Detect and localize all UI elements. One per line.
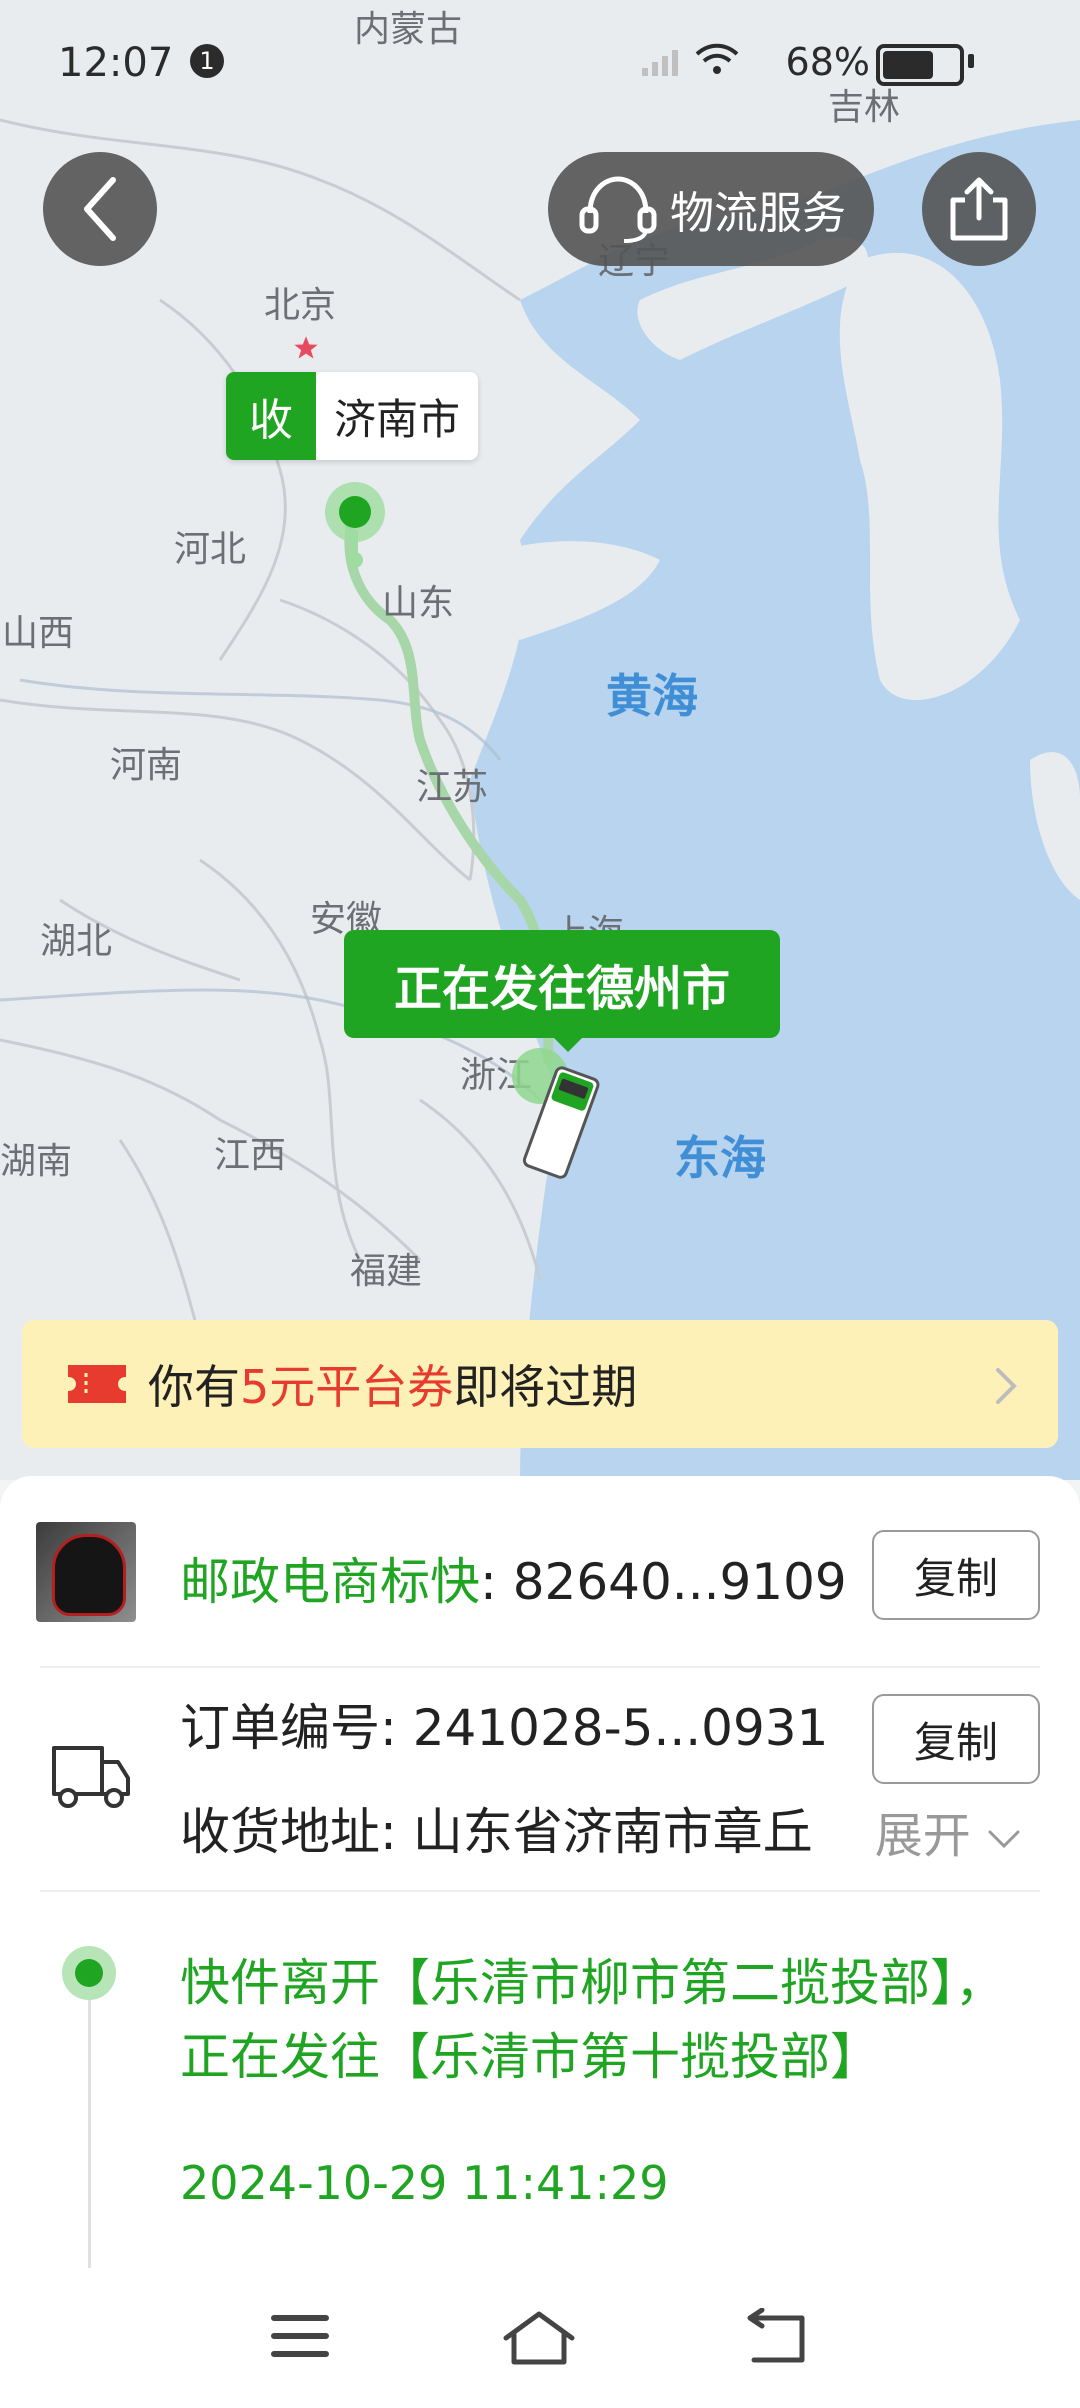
chevron-right-icon: [996, 1368, 1017, 1404]
logistics-service-button[interactable]: 物流服务: [548, 152, 874, 266]
helmet-image: [52, 1534, 126, 1616]
coupon-suffix: 即将过期: [453, 1360, 638, 1414]
chevron-left-icon: [84, 177, 116, 241]
battery-cap: [968, 54, 974, 68]
divider: [40, 1890, 1040, 1892]
tracking-number: : 82640...9109: [480, 1553, 847, 1611]
status-time: 12:07: [58, 40, 174, 86]
truck-position-icon: [512, 1048, 600, 1179]
battery-icon: [876, 44, 964, 86]
carrier-tracking: 邮政电商标快: 82640...9109: [180, 1542, 847, 1614]
expand-address-button[interactable]: 展开: [875, 1796, 1022, 1866]
timeline-event-time: 2024-10-29 11:41:29: [180, 2156, 669, 2210]
share-icon: [950, 177, 1008, 241]
map-label-hunan: 湖南: [0, 1141, 73, 1182]
wifi-icon: [695, 43, 739, 74]
receiver-city: 济南市: [334, 394, 461, 444]
notification-badge: 1: [190, 44, 224, 78]
carrier-name: 邮政电商标快: [180, 1553, 480, 1611]
receiver-city-tag[interactable]: 收 济南市: [226, 372, 479, 460]
receiver-badge: 收: [226, 372, 316, 460]
order-number-row: 订单编号: 241028-5...0931: [180, 1688, 828, 1760]
map-label-shanxi: 山西: [2, 613, 75, 654]
coupon-text: 你有5元平台券即将过期: [148, 1351, 637, 1417]
map-label-huanghai: 黄海: [606, 669, 698, 723]
chevron-down-icon: [988, 1830, 1020, 1849]
back-button[interactable]: [43, 152, 157, 266]
back-icon[interactable]: [744, 2308, 814, 2368]
map-label-fujian: 福建: [350, 1251, 423, 1292]
menu-icon[interactable]: [268, 2308, 332, 2364]
map-label-hebei: 河北: [174, 529, 247, 570]
timeline-line: [88, 2000, 91, 2300]
product-thumbnail[interactable]: [36, 1522, 136, 1622]
receiver-location-pin-icon: [325, 482, 385, 568]
coupon-banner[interactable]: 你有5元平台券即将过期: [22, 1320, 1058, 1448]
system-nav-bar: [0, 2268, 1080, 2408]
expand-label: 展开: [874, 1808, 971, 1864]
timeline-event-text: 快件离开【乐清市柳市第二揽投部】，正在发往【乐清市第十揽投部】: [180, 1954, 1005, 2086]
headset-icon: [579, 176, 657, 243]
home-icon[interactable]: [500, 2308, 578, 2368]
coupon-highlight: 5元平台券: [240, 1360, 454, 1414]
map-label-shandong: 山东: [382, 583, 455, 624]
order-number-value: : 241028-5...0931: [380, 1699, 829, 1757]
share-button[interactable]: [922, 152, 1036, 266]
copy-order-button[interactable]: 复制: [872, 1694, 1040, 1784]
map-label-jiangxi: 江西: [214, 1135, 287, 1176]
battery-percent: 68%: [785, 40, 870, 84]
ticket-icon: [68, 1365, 126, 1403]
capital-star-icon: [294, 336, 318, 359]
map-label-donghai: 东海: [674, 1131, 766, 1185]
map-label-hubei: 湖北: [40, 921, 113, 962]
timeline-current-dot: [62, 1946, 116, 2000]
truck-icon: [52, 1746, 130, 1808]
address-value: : 山东省济南市章丘: [380, 1803, 813, 1861]
logistics-map[interactable]: 内蒙古 吉林 辽宁 北京 河北 山西 山东 河南 江苏 安徽 上海 湖北 浙江 …: [0, 0, 1080, 1480]
status-bar: 12:07 1 68%: [0, 0, 1080, 120]
copy-tracking-button[interactable]: 复制: [872, 1530, 1040, 1620]
divider: [40, 1666, 1040, 1668]
map-label-henan: 河南: [110, 745, 183, 786]
map-label-jiangsu: 江苏: [416, 767, 489, 808]
signal-icon: [642, 50, 678, 76]
order-number-label: 订单编号: [180, 1699, 380, 1757]
logistics-service-label: 物流服务: [670, 188, 846, 239]
current-status-bubble: 正在发往德州市: [344, 930, 780, 1038]
address-label: 收货地址: [180, 1803, 380, 1861]
map-label-beijing: 北京: [264, 285, 337, 326]
address-row: 收货地址: 山东省济南市章丘: [180, 1792, 860, 1864]
coupon-prefix: 你有: [148, 1360, 240, 1414]
